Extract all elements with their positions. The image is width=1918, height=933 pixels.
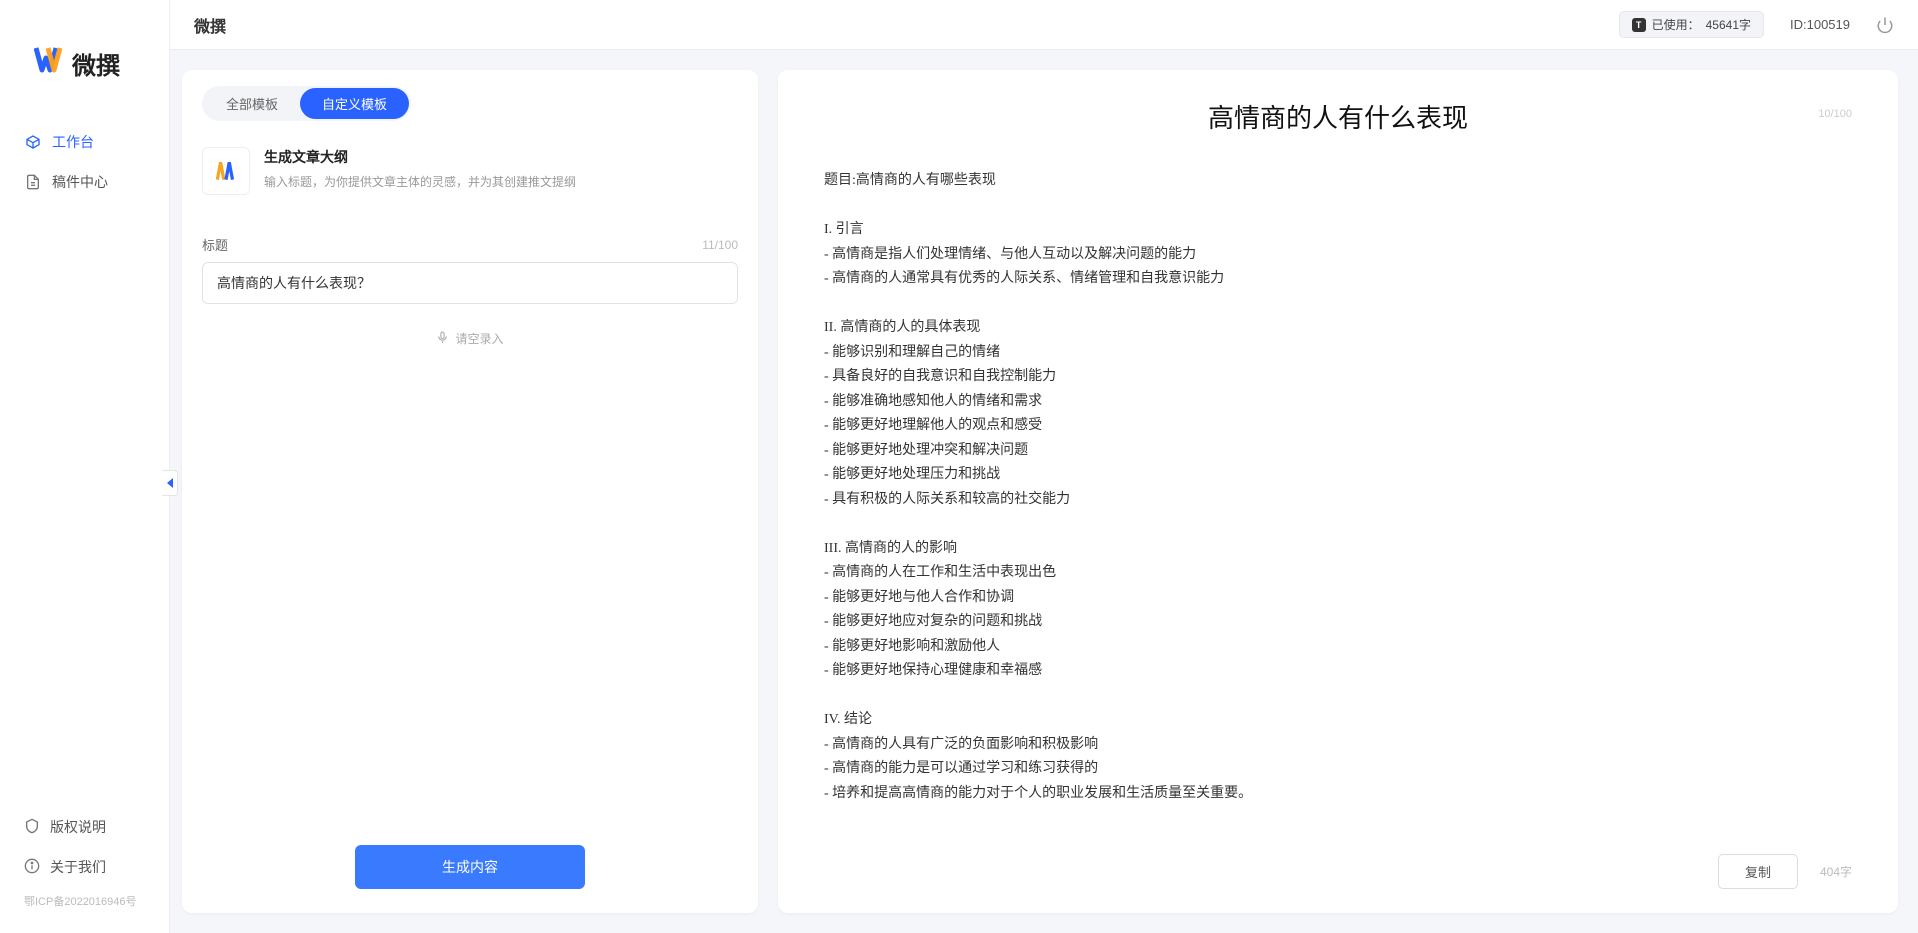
doc-body[interactable]: 题目:高情商的人有哪些表现 I. 引言 - 高情商是指人们处理情绪、与他人互动以… <box>824 169 1852 838</box>
nav-label: 工作台 <box>52 132 94 152</box>
usage-badge: T 已使用： 45641字 <box>1619 11 1764 38</box>
voice-input-button[interactable]: 请空录入 <box>202 330 738 347</box>
topbar: 微撰 T 已使用： 45641字 ID:100519 <box>170 0 1918 50</box>
about-link[interactable]: 关于我们 <box>0 847 169 887</box>
usage-badge-icon: T <box>1632 18 1646 32</box>
nav-item-workspace[interactable]: 工作台 <box>0 122 169 162</box>
nav-item-drafts[interactable]: 稿件中心 <box>0 162 169 202</box>
template-card: 生成文章大纲 输入标题，为你提供文章主体的灵感，并为其创建推文提纲 <box>202 141 738 213</box>
shield-icon <box>24 818 40 837</box>
tab-custom-templates[interactable]: 自定义模板 <box>300 88 409 119</box>
template-title: 生成文章大纲 <box>264 147 576 167</box>
tab-all-templates[interactable]: 全部模板 <box>204 88 300 119</box>
main: 微撰 T 已使用： 45641字 ID:100519 全部模板 自定义模板 <box>170 0 1918 933</box>
generate-button[interactable]: 生成内容 <box>355 845 585 889</box>
logo-icon <box>34 44 64 82</box>
voice-label: 请空录入 <box>455 330 503 347</box>
sidebar-bottom: 版权说明 关于我们 鄂ICP备2022016946号 <box>0 807 169 933</box>
sb-label: 版权说明 <box>50 817 106 837</box>
logo: 微撰 <box>0 0 169 112</box>
usage-value: 45641字 <box>1706 16 1751 33</box>
sidebar-nav: 工作台 稿件中心 <box>0 112 169 807</box>
doc-footer: 复制 404字 <box>824 838 1852 889</box>
icp-text: 鄂ICP备2022016946号 <box>0 887 169 919</box>
doc-title: 高情商的人有什么表现 <box>824 98 1852 135</box>
doc-title-count: 10/100 <box>1818 108 1852 120</box>
power-icon[interactable] <box>1876 16 1894 34</box>
title-char-count: 11/100 <box>702 238 738 252</box>
drafts-icon <box>24 173 42 191</box>
user-id: ID:100519 <box>1790 17 1850 32</box>
title-input[interactable] <box>202 262 738 304</box>
doc-title-row: 高情商的人有什么表现 10/100 <box>824 98 1852 151</box>
input-panel: 全部模板 自定义模板 生成文章大纲 输入标题，为你提供文章主体的灵感，并为其创建… <box>182 70 758 913</box>
template-info: 生成文章大纲 输入标题，为你提供文章主体的灵感，并为其创建推文提纲 <box>264 147 576 190</box>
nav-label: 稿件中心 <box>52 172 108 192</box>
sb-label: 关于我们 <box>50 857 106 877</box>
template-thumb-icon <box>202 147 250 195</box>
topbar-right: T 已使用： 45641字 ID:100519 <box>1619 11 1894 38</box>
copyright-link[interactable]: 版权说明 <box>0 807 169 847</box>
mic-icon <box>436 331 449 347</box>
sidebar: 微撰 工作台 稿件中心 版权说明 <box>0 0 170 933</box>
output-panel: 高情商的人有什么表现 10/100 题目:高情商的人有哪些表现 I. 引言 - … <box>778 70 1898 913</box>
word-count: 404字 <box>1820 863 1852 880</box>
template-tabs: 全部模板 自定义模板 <box>202 86 411 121</box>
info-icon <box>24 858 40 877</box>
workspace-icon <box>24 133 42 151</box>
copy-button[interactable]: 复制 <box>1718 854 1798 889</box>
sidebar-collapse-handle[interactable] <box>162 470 178 496</box>
brand-name: 微撰 <box>72 46 120 81</box>
template-desc: 输入标题，为你提供文章主体的灵感，并为其创建推文提纲 <box>264 173 576 190</box>
page-title: 微撰 <box>194 13 226 37</box>
title-field-label: 标题 <box>202 235 228 254</box>
content-area: 全部模板 自定义模板 生成文章大纲 输入标题，为你提供文章主体的灵感，并为其创建… <box>170 50 1918 933</box>
usage-prefix: 已使用： <box>1652 16 1700 33</box>
